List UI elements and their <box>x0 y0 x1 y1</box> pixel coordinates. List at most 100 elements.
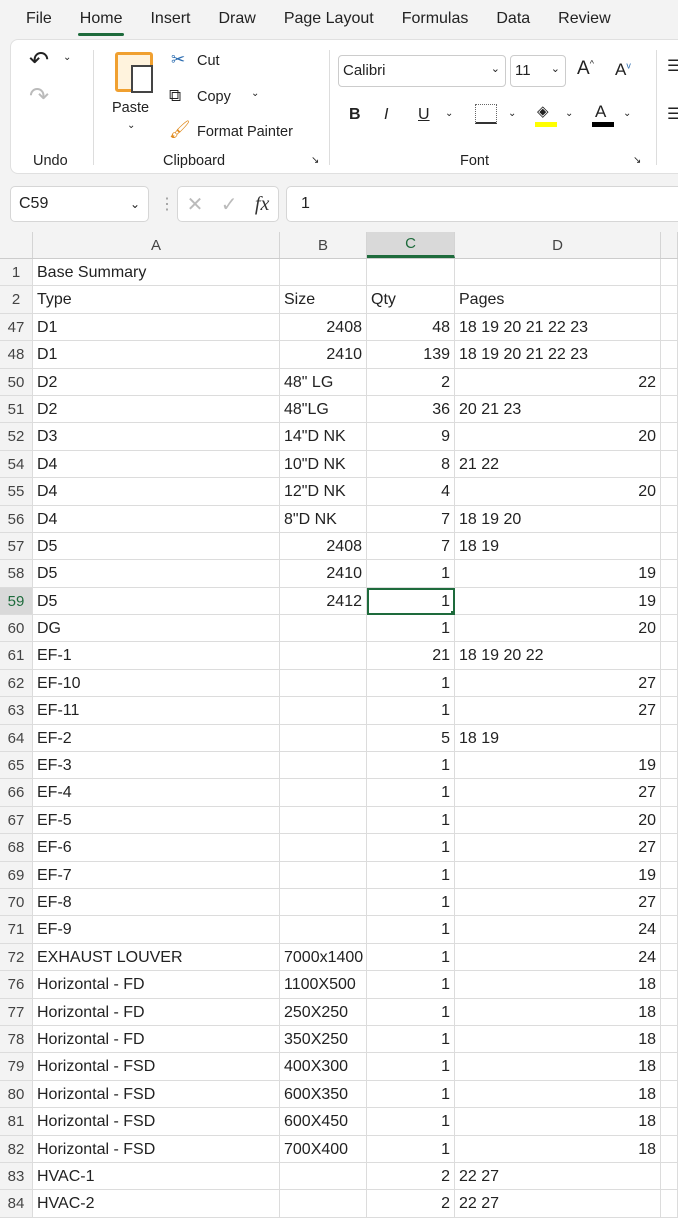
cell-a[interactable]: Horizontal - FSD <box>33 1080 280 1109</box>
cell-b[interactable]: 400X300 <box>280 1053 367 1081</box>
paste-button[interactable]: Paste <box>112 100 149 116</box>
font-color-dropdown-icon[interactable]: ⌄ <box>623 108 631 119</box>
tab-formulas[interactable]: Formulas <box>388 10 483 28</box>
tab-data[interactable]: Data <box>482 10 544 28</box>
cell-e[interactable] <box>661 724 678 753</box>
cell-d[interactable]: 19 <box>455 752 661 780</box>
shrink-font-button[interactable]: Av <box>615 60 631 80</box>
tab-home[interactable]: Home <box>66 10 137 36</box>
cell-a[interactable]: EF-10 <box>33 669 280 698</box>
cell-d[interactable]: 27 <box>455 779 661 807</box>
row-header[interactable]: 58 <box>0 560 33 588</box>
name-box-dropdown-icon[interactable]: ⌄ <box>130 197 140 211</box>
cell-a[interactable]: Horizontal - FD <box>33 1025 280 1054</box>
cell-c[interactable]: Qty <box>367 286 455 314</box>
cell-e[interactable] <box>661 834 678 862</box>
column-header-e[interactable] <box>661 232 678 258</box>
cell-a[interactable]: EF-8 <box>33 888 280 917</box>
redo-icon[interactable]: ↷ <box>29 82 49 111</box>
cell-b[interactable] <box>280 697 367 725</box>
cell-d[interactable]: 27 <box>455 697 661 725</box>
row-header[interactable]: 2 <box>0 286 33 314</box>
column-header-d[interactable]: D <box>455 232 661 258</box>
cell-e[interactable] <box>661 642 678 670</box>
cell-c[interactable]: 4 <box>367 478 455 506</box>
cell-d[interactable]: 22 <box>455 368 661 396</box>
cell-d[interactable] <box>455 259 661 287</box>
cell-b[interactable]: 700X400 <box>280 1135 367 1163</box>
cell-a[interactable]: EXHAUST LOUVER <box>33 943 280 972</box>
cancel-icon[interactable]: ✕ <box>187 192 204 217</box>
cell-d[interactable]: 20 21 23 <box>455 395 661 424</box>
cell-a[interactable]: EF-7 <box>33 861 280 889</box>
cell-e[interactable] <box>661 669 678 698</box>
cell-b[interactable]: 2408 <box>280 313 367 342</box>
cell-c[interactable] <box>367 259 455 287</box>
fill-color-icon[interactable]: ◈ <box>537 102 549 120</box>
underline-button[interactable]: U <box>418 106 430 124</box>
cell-c[interactable]: 1 <box>367 1053 455 1081</box>
cell-e[interactable] <box>661 259 678 287</box>
cell-e[interactable] <box>661 1135 678 1163</box>
cell-c[interactable]: 1 <box>367 697 455 725</box>
paste-dropdown-icon[interactable]: ⌄ <box>127 120 135 131</box>
cell-d[interactable]: 18 <box>455 1108 661 1136</box>
cell-e[interactable] <box>661 587 678 616</box>
row-header[interactable]: 62 <box>0 669 33 698</box>
cell-b[interactable] <box>280 916 367 944</box>
cell-c[interactable]: 1 <box>367 1080 455 1109</box>
tab-draw[interactable]: Draw <box>204 10 269 28</box>
cell-c[interactable]: 1 <box>367 971 455 999</box>
cell-d[interactable]: 27 <box>455 834 661 862</box>
cell-e[interactable] <box>661 998 678 1026</box>
cell-c[interactable]: 2 <box>367 1162 455 1191</box>
cell-a[interactable]: EF-2 <box>33 724 280 753</box>
cell-d[interactable]: 24 <box>455 943 661 972</box>
cell-c[interactable]: 5 <box>367 724 455 753</box>
row-header[interactable]: 68 <box>0 834 33 862</box>
cell-a[interactable]: D4 <box>33 505 280 533</box>
cell-b[interactable] <box>280 615 367 643</box>
cell-e[interactable] <box>661 313 678 342</box>
cell-b[interactable] <box>280 888 367 917</box>
cell-b[interactable]: 12"D NK <box>280 478 367 506</box>
cell-a[interactable]: Horizontal - FD <box>33 998 280 1026</box>
cell-e[interactable] <box>661 971 678 999</box>
tab-page-layout[interactable]: Page Layout <box>270 10 388 28</box>
cell-b[interactable] <box>280 834 367 862</box>
cell-b[interactable] <box>280 861 367 889</box>
cell-c[interactable]: 9 <box>367 423 455 451</box>
cell-b[interactable]: 7000x1400 <box>280 943 367 972</box>
cell-a[interactable]: D4 <box>33 450 280 479</box>
cell-c[interactable]: 1 <box>367 916 455 944</box>
row-header[interactable]: 72 <box>0 943 33 972</box>
cell-e[interactable] <box>661 1080 678 1109</box>
cell-d[interactable]: 18 <box>455 1135 661 1163</box>
undo-icon[interactable]: ↶ <box>29 46 49 75</box>
cell-d[interactable]: 20 <box>455 423 661 451</box>
cell-b[interactable] <box>280 752 367 780</box>
cell-e[interactable] <box>661 286 678 314</box>
cell-d[interactable]: Pages <box>455 286 661 314</box>
cell-a[interactable]: EF-3 <box>33 752 280 780</box>
borders-icon[interactable] <box>475 104 497 124</box>
cell-b[interactable] <box>280 806 367 835</box>
cell-b[interactable] <box>280 259 367 287</box>
row-header[interactable]: 82 <box>0 1135 33 1163</box>
cell-d[interactable]: 18 <box>455 1025 661 1054</box>
cell-a[interactable]: D5 <box>33 532 280 561</box>
cell-c[interactable]: 1 <box>367 998 455 1026</box>
row-header[interactable]: 54 <box>0 450 33 479</box>
cell-d[interactable]: 18 19 20 21 22 23 <box>455 313 661 342</box>
align-left-icon[interactable]: ☰ <box>667 104 678 124</box>
copy-button[interactable]: Copy <box>197 89 231 105</box>
row-header[interactable]: 47 <box>0 313 33 342</box>
cell-b[interactable]: 250X250 <box>280 998 367 1026</box>
row-header[interactable]: 59 <box>0 587 33 616</box>
row-header[interactable]: 81 <box>0 1108 33 1136</box>
cell-e[interactable] <box>661 1025 678 1054</box>
cell-d[interactable]: 18 <box>455 998 661 1026</box>
cell-d[interactable]: 22 27 <box>455 1190 661 1218</box>
row-header[interactable]: 80 <box>0 1080 33 1109</box>
cell-a[interactable]: HVAC-1 <box>33 1162 280 1191</box>
